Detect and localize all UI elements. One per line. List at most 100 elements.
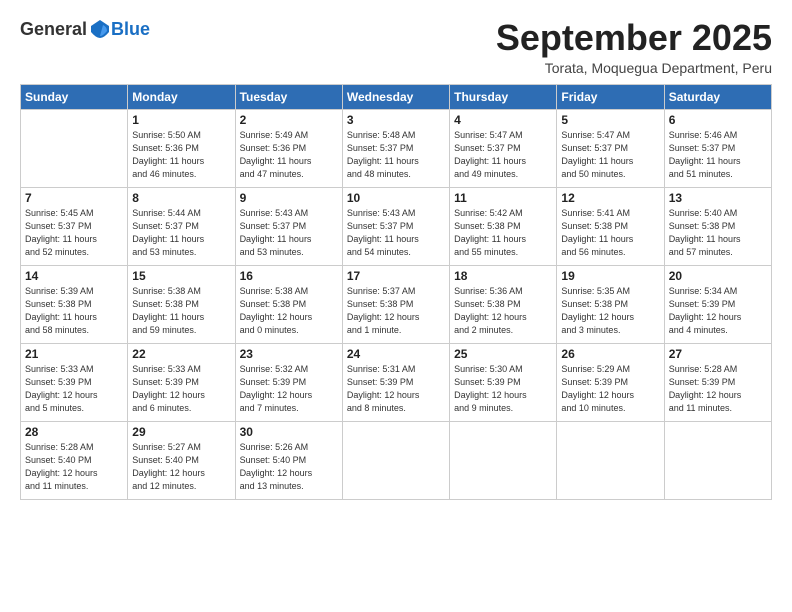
day-detail-line: and 13 minutes.: [240, 480, 338, 493]
table-row: 15 Sunrise: 5:38 AMSunset: 5:38 PMDayligh…: [128, 265, 235, 343]
table-row: [664, 421, 771, 499]
table-row: 26 Sunrise: 5:29 AMSunset: 5:39 PMDayligh…: [557, 343, 664, 421]
day-info: Sunrise: 5:46 AMSunset: 5:37 PMDaylight:…: [669, 129, 767, 181]
table-row: 13Sunrise: 5:40 AMSunset: 5:38 PMDayligh…: [664, 187, 771, 265]
day-detail-line: Daylight: 11 hours: [347, 233, 445, 246]
day-number: 8: [132, 191, 230, 205]
day-detail-line: Sunset: 5:38 PM: [561, 220, 659, 233]
day-detail-line: Daylight: 12 hours: [132, 467, 230, 480]
day-detail-line: Daylight: 11 hours: [454, 155, 552, 168]
day-number: 21: [25, 347, 123, 361]
day-detail-line: Sunset: 5:38 PM: [669, 220, 767, 233]
day-detail-line: Sunrise: 5:46 AM: [669, 129, 767, 142]
day-info: Sunrise: 5:44 AMSunset: 5:37 PMDaylight:…: [132, 207, 230, 259]
table-row: 19 Sunrise: 5:35 AMSunset: 5:38 PMDayligh…: [557, 265, 664, 343]
day-number: 25: [454, 347, 552, 361]
table-row: 24Sunrise: 5:31 AMSunset: 5:39 PMDayligh…: [342, 343, 449, 421]
col-monday: Monday: [128, 84, 235, 109]
day-info: Sunrise: 5:30 AMSunset: 5:39 PMDaylight:…: [454, 363, 552, 415]
location-subtitle: Torata, Moquegua Department, Peru: [496, 60, 772, 76]
day-detail-line: Sunrise: 5:42 AM: [454, 207, 552, 220]
day-detail-line: Daylight: 12 hours: [240, 389, 338, 402]
day-info: Sunrise: 5:31 AMSunset: 5:39 PMDaylight:…: [347, 363, 445, 415]
day-number: 1: [132, 113, 230, 127]
table-row: 16Sunrise: 5:38 AMSunset: 5:38 PMDayligh…: [235, 265, 342, 343]
day-detail-line: Daylight: 12 hours: [347, 311, 445, 324]
day-detail-line: Sunset: 5:38 PM: [561, 298, 659, 311]
day-detail-line: and 47 minutes.: [240, 168, 338, 181]
table-row: 12Sunrise: 5:41 AMSunset: 5:38 PMDayligh…: [557, 187, 664, 265]
day-detail-line: Daylight: 12 hours: [669, 389, 767, 402]
day-number: 2: [240, 113, 338, 127]
table-row: 11Sunrise: 5:42 AMSunset: 5:38 PMDayligh…: [450, 187, 557, 265]
day-info: Sunrise: 5:38 AMSunset: 5:38 PMDaylight:…: [240, 285, 338, 337]
day-detail-line: Sunrise: 5:35 AM: [561, 285, 659, 298]
day-number: 12: [561, 191, 659, 205]
day-detail-line: Sunrise: 5:28 AM: [669, 363, 767, 376]
day-number: 15: [132, 269, 230, 283]
day-info: Sunrise: 5:33 AMSunset: 5:39 PMDaylight:…: [132, 363, 230, 415]
day-detail-line: Sunset: 5:39 PM: [132, 376, 230, 389]
table-row: 7Sunrise: 5:45 AMSunset: 5:37 PMDaylight…: [21, 187, 128, 265]
table-row: 29Sunrise: 5:27 AMSunset: 5:40 PMDayligh…: [128, 421, 235, 499]
day-detail-line: and 7 minutes.: [240, 402, 338, 415]
title-block: September 2025 Torata, Moquegua Departme…: [496, 18, 772, 76]
header: General Blue September 2025 Torata, Moqu…: [20, 18, 772, 76]
table-row: 27 Sunrise: 5:28 AMSunset: 5:39 PMDayligh…: [664, 343, 771, 421]
col-tuesday: Tuesday: [235, 84, 342, 109]
day-info: Sunrise: 5:28 AMSunset: 5:39 PMDaylight:…: [669, 363, 767, 415]
day-number: 29: [132, 425, 230, 439]
day-info: Sunrise: 5:29 AMSunset: 5:39 PMDaylight:…: [561, 363, 659, 415]
day-detail-line: and 10 minutes.: [561, 402, 659, 415]
day-detail-line: Daylight: 12 hours: [240, 311, 338, 324]
day-detail-line: Daylight: 11 hours: [25, 311, 123, 324]
day-number: 27: [669, 347, 767, 361]
day-detail-line: and 55 minutes.: [454, 246, 552, 259]
table-row: 22Sunrise: 5:33 AMSunset: 5:39 PMDayligh…: [128, 343, 235, 421]
col-wednesday: Wednesday: [342, 84, 449, 109]
table-row: 6 Sunrise: 5:46 AMSunset: 5:37 PMDaylight…: [664, 109, 771, 187]
month-title: September 2025: [496, 18, 772, 58]
day-detail-line: Daylight: 11 hours: [454, 233, 552, 246]
day-detail-line: Sunrise: 5:33 AM: [25, 363, 123, 376]
day-detail-line: Sunset: 5:38 PM: [454, 220, 552, 233]
day-detail-line: and 11 minutes.: [25, 480, 123, 493]
day-number: 23: [240, 347, 338, 361]
day-info: Sunrise: 5:38 AMSunset: 5:38 PMDaylight:…: [132, 285, 230, 337]
day-number: 10: [347, 191, 445, 205]
day-info: Sunrise: 5:28 AMSunset: 5:40 PMDaylight:…: [25, 441, 123, 493]
day-number: 6: [669, 113, 767, 127]
day-detail-line: and 3 minutes.: [561, 324, 659, 337]
table-row: [450, 421, 557, 499]
day-detail-line: Daylight: 11 hours: [561, 233, 659, 246]
day-detail-line: Daylight: 11 hours: [669, 233, 767, 246]
day-detail-line: Daylight: 12 hours: [25, 467, 123, 480]
day-detail-line: and 57 minutes.: [669, 246, 767, 259]
day-number: 30: [240, 425, 338, 439]
table-row: 1Sunrise: 5:50 AMSunset: 5:36 PMDaylight…: [128, 109, 235, 187]
day-info: Sunrise: 5:36 AMSunset: 5:38 PMDaylight:…: [454, 285, 552, 337]
day-detail-line: Sunset: 5:37 PM: [454, 142, 552, 155]
day-detail-line: Sunrise: 5:45 AM: [25, 207, 123, 220]
table-row: 21 Sunrise: 5:33 AMSunset: 5:39 PMDayligh…: [21, 343, 128, 421]
day-info: Sunrise: 5:49 AMSunset: 5:36 PMDaylight:…: [240, 129, 338, 181]
day-detail-line: Daylight: 11 hours: [240, 155, 338, 168]
calendar-header-row: Sunday Monday Tuesday Wednesday Thursday…: [21, 84, 772, 109]
day-number: 19: [561, 269, 659, 283]
day-detail-line: and 51 minutes.: [669, 168, 767, 181]
table-row: 20Sunrise: 5:34 AMSunset: 5:39 PMDayligh…: [664, 265, 771, 343]
day-detail-line: Daylight: 11 hours: [347, 155, 445, 168]
day-number: 26: [561, 347, 659, 361]
day-detail-line: Sunset: 5:39 PM: [25, 376, 123, 389]
day-detail-line: Daylight: 12 hours: [561, 311, 659, 324]
day-detail-line: Sunset: 5:37 PM: [240, 220, 338, 233]
day-detail-line: and 53 minutes.: [240, 246, 338, 259]
table-row: 14Sunrise: 5:39 AMSunset: 5:38 PMDayligh…: [21, 265, 128, 343]
day-detail-line: Sunrise: 5:44 AM: [132, 207, 230, 220]
table-row: [557, 421, 664, 499]
day-info: Sunrise: 5:42 AMSunset: 5:38 PMDaylight:…: [454, 207, 552, 259]
day-info: Sunrise: 5:43 AMSunset: 5:37 PMDaylight:…: [347, 207, 445, 259]
day-detail-line: Sunrise: 5:31 AM: [347, 363, 445, 376]
table-row: 5Sunrise: 5:47 AMSunset: 5:37 PMDaylight…: [557, 109, 664, 187]
day-info: Sunrise: 5:33 AMSunset: 5:39 PMDaylight:…: [25, 363, 123, 415]
